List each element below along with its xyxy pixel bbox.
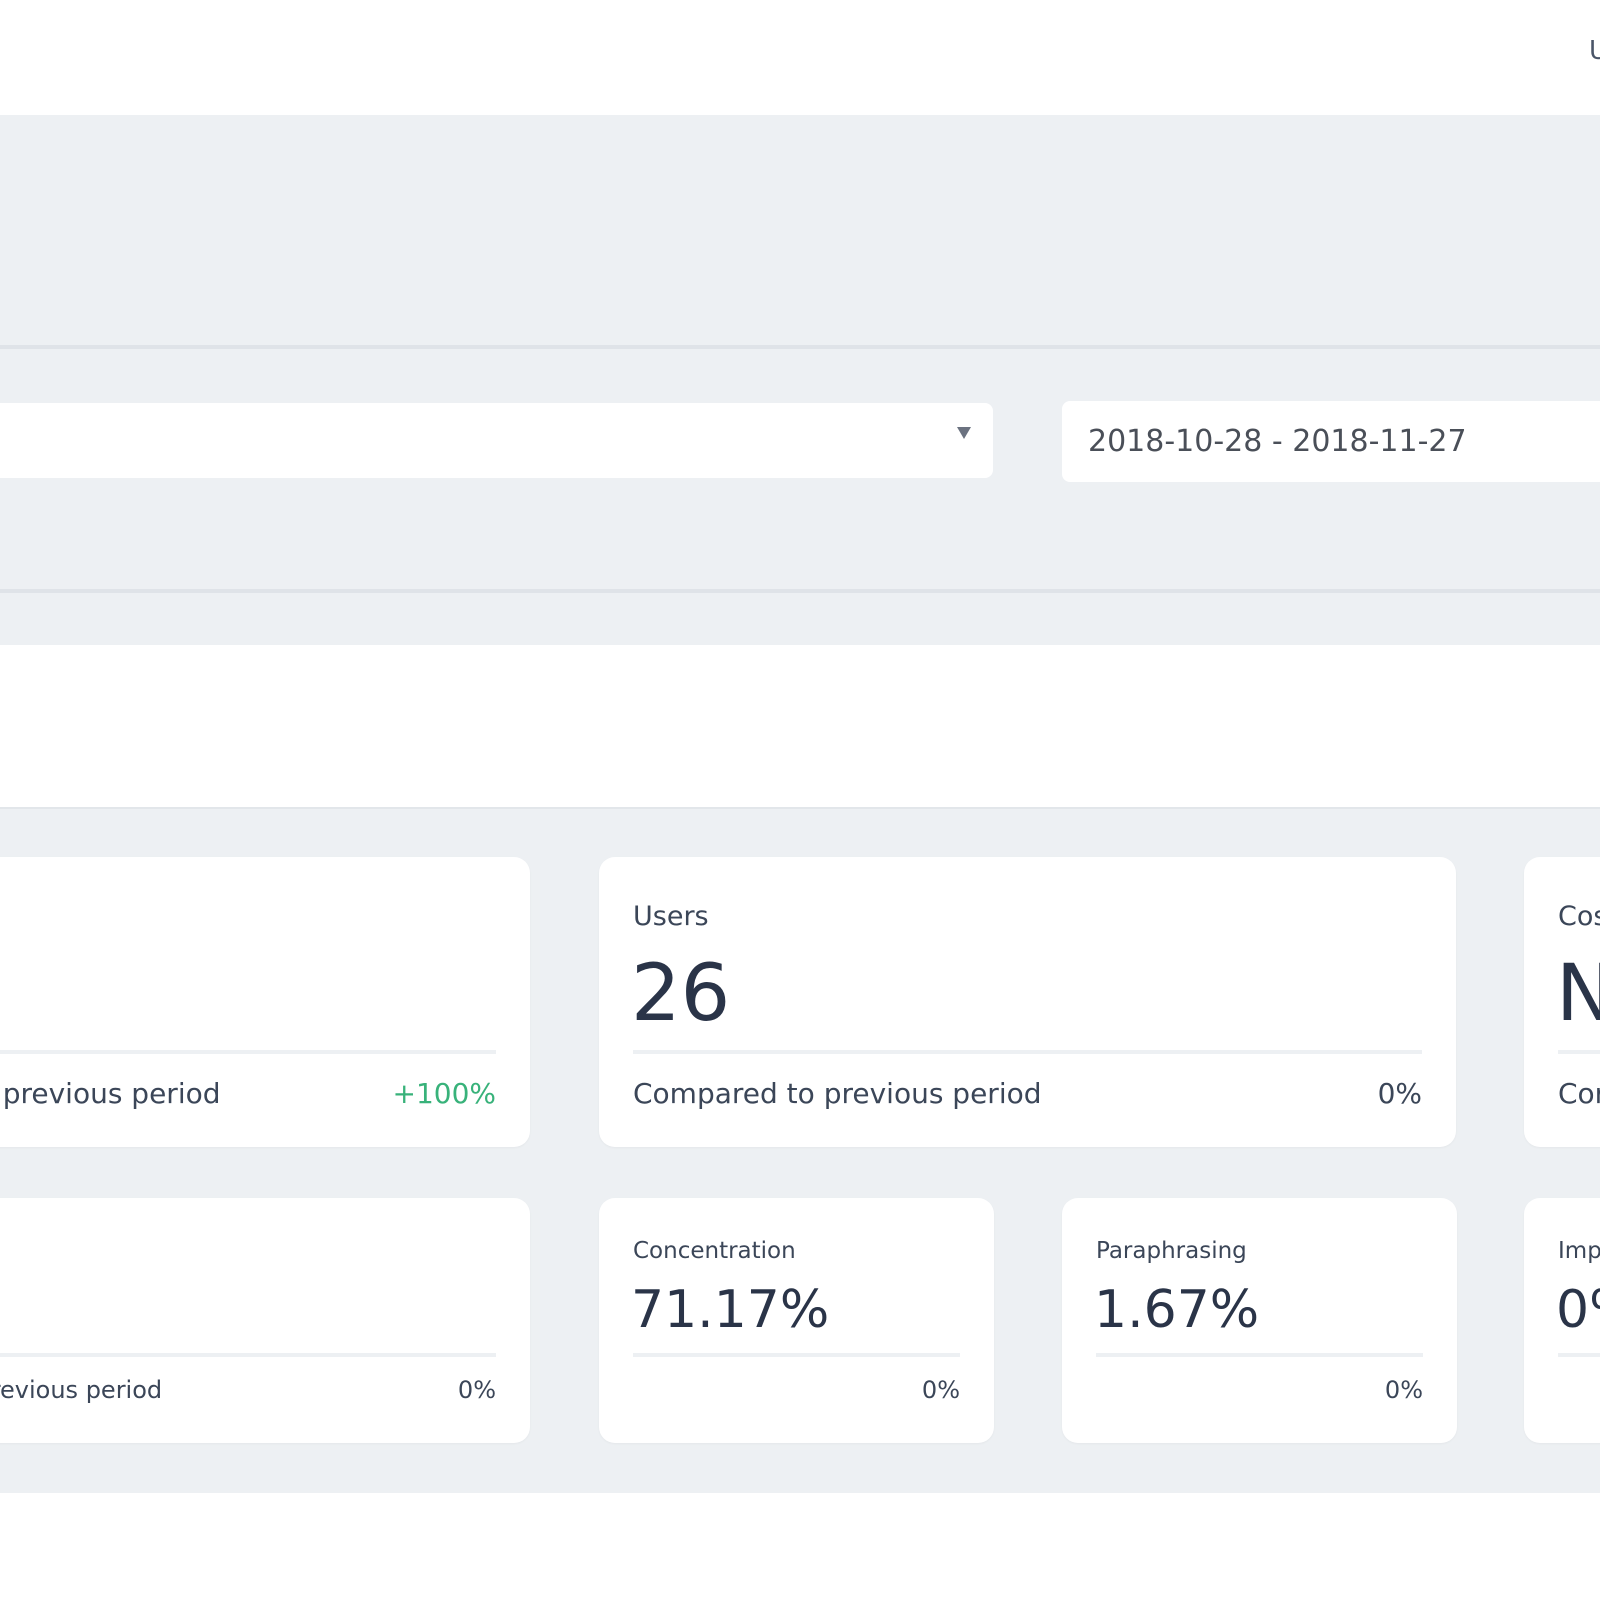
chevron-down-icon — [957, 427, 971, 439]
section-divider — [0, 345, 1600, 349]
stat-card-value: 26 — [631, 949, 731, 1039]
stat-card-label: Users — [633, 901, 709, 932]
stat-card-metric: Compared to previous period 0% — [0, 1198, 530, 1443]
stat-card-change: 0% — [457, 1376, 496, 1404]
stat-card-label: Cos — [1558, 901, 1600, 932]
stat-card-impact: Imp 0% — [1524, 1198, 1600, 1443]
filter-select[interactable] — [0, 403, 993, 478]
stat-card-comparison: Compared to previous period — [633, 1077, 1042, 1110]
date-range-input[interactable]: 2018-10-28 - 2018-11-27 — [1062, 401, 1600, 482]
user-menu-label[interactable]: U — [1589, 38, 1600, 64]
section-header — [0, 645, 1600, 809]
stat-card-change: 0% — [921, 1376, 960, 1404]
stat-card-concentration: Concentration 71.17% 0% — [599, 1198, 994, 1443]
stat-card-value: 0% — [1556, 1280, 1600, 1340]
stat-card-divider — [1558, 1050, 1600, 1054]
stat-card-divider — [633, 1050, 1422, 1054]
stat-card-change: 0% — [1384, 1376, 1423, 1404]
section-divider — [0, 589, 1600, 593]
stat-card-cost: Cos N Cor — [1524, 857, 1600, 1147]
stat-card-value: N — [1556, 949, 1600, 1039]
stat-card-paraphrasing: Paraphrasing 1.67% 0% — [1062, 1198, 1457, 1443]
stat-card-value: 71.17% — [631, 1280, 830, 1340]
stat-card-label: Paraphrasing — [1096, 1238, 1247, 1264]
stat-card-change: +100% — [392, 1077, 496, 1110]
dashboard-page: U 2018-10-28 - 2018-11-27 Compared to pr… — [0, 0, 1600, 1600]
stat-card-change: 0% — [1377, 1077, 1422, 1110]
stat-card-users: Users 26 Compared to previous period 0% — [599, 857, 1456, 1147]
stat-card-label: Concentration — [633, 1238, 796, 1264]
stat-card-sessions: Compared to previous period +100% — [0, 857, 530, 1147]
stat-card-comparison: Cor — [1558, 1077, 1600, 1110]
stat-card-label: Imp — [1558, 1238, 1600, 1264]
stat-card-comparison: Compared to previous period — [0, 1376, 163, 1404]
stat-card-divider — [1558, 1353, 1600, 1357]
stat-card-comparison: Compared to previous period — [0, 1077, 221, 1110]
stat-card-divider — [0, 1050, 496, 1054]
stat-card-value: 1.67% — [1094, 1280, 1260, 1340]
top-navigation-bar: U — [0, 0, 1600, 115]
stat-card-divider — [0, 1353, 496, 1357]
stat-card-divider — [1096, 1353, 1423, 1357]
filters-section — [0, 115, 1600, 645]
stat-card-divider — [633, 1353, 960, 1357]
